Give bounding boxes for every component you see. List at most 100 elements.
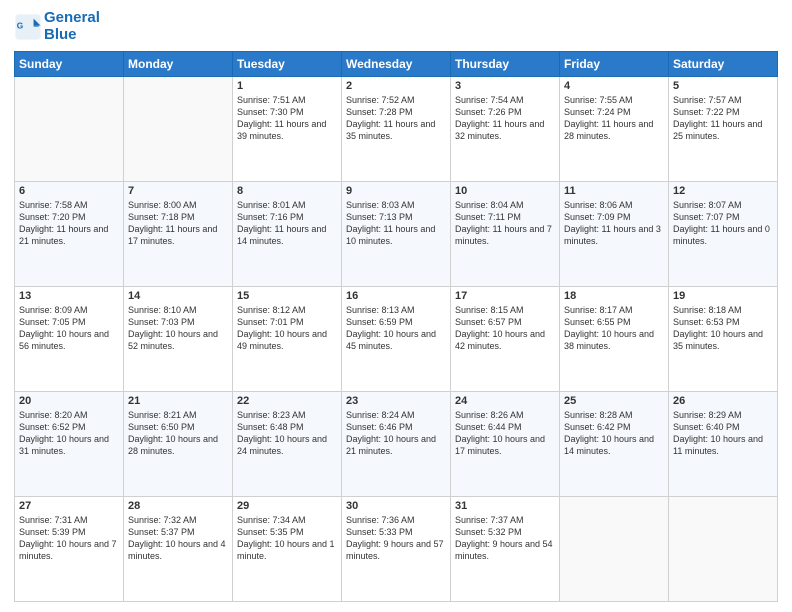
cell-daylight-info: Sunrise: 8:09 AMSunset: 7:05 PMDaylight:… (19, 304, 119, 353)
day-number: 31 (455, 500, 555, 512)
cell-daylight-info: Sunrise: 8:00 AMSunset: 7:18 PMDaylight:… (128, 199, 228, 248)
cell-daylight-info: Sunrise: 8:07 AMSunset: 7:07 PMDaylight:… (673, 199, 773, 248)
day-number: 14 (128, 290, 228, 302)
calendar-week-5: 27 Sunrise: 7:31 AMSunset: 5:39 PMDayligh… (15, 497, 778, 602)
calendar-cell: 19 Sunrise: 8:18 AMSunset: 6:53 PMDayligh… (669, 287, 778, 392)
day-number: 28 (128, 500, 228, 512)
page: G General Blue SundayMondayTuesdayWednes… (0, 0, 792, 612)
calendar-cell (560, 497, 669, 602)
day-number: 27 (19, 500, 119, 512)
calendar-cell: 8 Sunrise: 8:01 AMSunset: 7:16 PMDaylight… (233, 182, 342, 287)
calendar-cell: 3 Sunrise: 7:54 AMSunset: 7:26 PMDaylight… (451, 77, 560, 182)
cell-daylight-info: Sunrise: 8:29 AMSunset: 6:40 PMDaylight:… (673, 409, 773, 458)
cell-daylight-info: Sunrise: 8:13 AMSunset: 6:59 PMDaylight:… (346, 304, 446, 353)
calendar-cell: 25 Sunrise: 8:28 AMSunset: 6:42 PMDayligh… (560, 392, 669, 497)
weekday-header-tuesday: Tuesday (233, 52, 342, 77)
day-number: 22 (237, 395, 337, 407)
calendar-cell: 18 Sunrise: 8:17 AMSunset: 6:55 PMDayligh… (560, 287, 669, 392)
cell-daylight-info: Sunrise: 8:10 AMSunset: 7:03 PMDaylight:… (128, 304, 228, 353)
cell-daylight-info: Sunrise: 7:55 AMSunset: 7:24 PMDaylight:… (564, 94, 664, 143)
calendar-cell: 5 Sunrise: 7:57 AMSunset: 7:22 PMDaylight… (669, 77, 778, 182)
calendar-cell: 21Sunrise: 8:21 AMSunset: 6:50 PMDayligh… (124, 392, 233, 497)
cell-daylight-info: Sunrise: 7:58 AMSunset: 7:20 PMDaylight:… (19, 199, 119, 248)
day-number: 12 (673, 185, 773, 197)
day-number: 7 (128, 185, 228, 197)
weekday-header-row: SundayMondayTuesdayWednesdayThursdayFrid… (15, 52, 778, 77)
cell-daylight-info: Sunrise: 7:31 AMSunset: 5:39 PMDaylight:… (19, 514, 119, 563)
cell-daylight-info: Sunrise: 8:28 AMSunset: 6:42 PMDaylight:… (564, 409, 664, 458)
day-number: 13 (19, 290, 119, 302)
day-number: 5 (673, 80, 773, 92)
cell-daylight-info: Sunrise: 8:23 AMSunset: 6:48 PMDaylight:… (237, 409, 337, 458)
calendar-cell: 9 Sunrise: 8:03 AMSunset: 7:13 PMDaylight… (342, 182, 451, 287)
weekday-header-thursday: Thursday (451, 52, 560, 77)
calendar-cell: 27 Sunrise: 7:31 AMSunset: 5:39 PMDayligh… (15, 497, 124, 602)
calendar-cell (15, 77, 124, 182)
calendar-cell: 11Sunrise: 8:06 AMSunset: 7:09 PMDayligh… (560, 182, 669, 287)
cell-daylight-info: Sunrise: 8:18 AMSunset: 6:53 PMDaylight:… (673, 304, 773, 353)
cell-daylight-info: Sunrise: 8:20 AMSunset: 6:52 PMDaylight:… (19, 409, 119, 458)
cell-daylight-info: Sunrise: 8:01 AMSunset: 7:16 PMDaylight:… (237, 199, 337, 248)
day-number: 29 (237, 500, 337, 512)
day-number: 10 (455, 185, 555, 197)
calendar-cell: 17 Sunrise: 8:15 AMSunset: 6:57 PMDayligh… (451, 287, 560, 392)
calendar-cell: 30Sunrise: 7:36 AMSunset: 5:33 PMDayligh… (342, 497, 451, 602)
calendar-cell: 12 Sunrise: 8:07 AMSunset: 7:07 PMDayligh… (669, 182, 778, 287)
day-number: 26 (673, 395, 773, 407)
cell-daylight-info: Sunrise: 8:17 AMSunset: 6:55 PMDaylight:… (564, 304, 664, 353)
cell-daylight-info: Sunrise: 7:37 AMSunset: 5:32 PMDaylight:… (455, 514, 555, 563)
day-number: 25 (564, 395, 664, 407)
day-number: 9 (346, 185, 446, 197)
cell-daylight-info: Sunrise: 8:21 AMSunset: 6:50 PMDaylight:… (128, 409, 228, 458)
cell-daylight-info: Sunrise: 7:51 AMSunset: 7:30 PMDaylight:… (237, 94, 337, 143)
cell-daylight-info: Sunrise: 8:12 AMSunset: 7:01 PMDaylight:… (237, 304, 337, 353)
calendar-cell: 22 Sunrise: 8:23 AMSunset: 6:48 PMDayligh… (233, 392, 342, 497)
cell-daylight-info: Sunrise: 7:32 AMSunset: 5:37 PMDaylight:… (128, 514, 228, 563)
weekday-header-sunday: Sunday (15, 52, 124, 77)
calendar-cell: 13 Sunrise: 8:09 AMSunset: 7:05 PMDayligh… (15, 287, 124, 392)
logo: G General Blue (14, 10, 100, 43)
calendar-cell: 10Sunrise: 8:04 AMSunset: 7:11 PMDayligh… (451, 182, 560, 287)
calendar-cell: 28 Sunrise: 7:32 AMSunset: 5:37 PMDayligh… (124, 497, 233, 602)
cell-daylight-info: Sunrise: 7:34 AMSunset: 5:35 PMDaylight:… (237, 514, 337, 563)
weekday-header-monday: Monday (124, 52, 233, 77)
cell-daylight-info: Sunrise: 8:26 AMSunset: 6:44 PMDaylight:… (455, 409, 555, 458)
day-number: 4 (564, 80, 664, 92)
cell-daylight-info: Sunrise: 8:03 AMSunset: 7:13 PMDaylight:… (346, 199, 446, 248)
calendar-cell: 4 Sunrise: 7:55 AMSunset: 7:24 PMDaylight… (560, 77, 669, 182)
calendar-cell: 24 Sunrise: 8:26 AMSunset: 6:44 PMDayligh… (451, 392, 560, 497)
calendar-cell: 26 Sunrise: 8:29 AMSunset: 6:40 PMDayligh… (669, 392, 778, 497)
day-number: 8 (237, 185, 337, 197)
calendar-cell: 16Sunrise: 8:13 AMSunset: 6:59 PMDayligh… (342, 287, 451, 392)
cell-daylight-info: Sunrise: 7:36 AMSunset: 5:33 PMDaylight:… (346, 514, 446, 563)
day-number: 20 (19, 395, 119, 407)
cell-daylight-info: Sunrise: 7:52 AMSunset: 7:28 PMDaylight:… (346, 94, 446, 143)
day-number: 19 (673, 290, 773, 302)
calendar-cell: 20 Sunrise: 8:20 AMSunset: 6:52 PMDayligh… (15, 392, 124, 497)
weekday-header-saturday: Saturday (669, 52, 778, 77)
cell-daylight-info: Sunrise: 8:06 AMSunset: 7:09 PMDaylight:… (564, 199, 664, 248)
day-number: 6 (19, 185, 119, 197)
day-number: 24 (455, 395, 555, 407)
calendar-cell: 7 Sunrise: 8:00 AMSunset: 7:18 PMDaylight… (124, 182, 233, 287)
day-number: 23 (346, 395, 446, 407)
logo-text: General Blue (44, 10, 100, 43)
calendar-cell: 31 Sunrise: 7:37 AMSunset: 5:32 PMDayligh… (451, 497, 560, 602)
cell-daylight-info: Sunrise: 7:54 AMSunset: 7:26 PMDaylight:… (455, 94, 555, 143)
cell-daylight-info: Sunrise: 8:15 AMSunset: 6:57 PMDaylight:… (455, 304, 555, 353)
day-number: 2 (346, 80, 446, 92)
svg-text:G: G (17, 20, 24, 30)
calendar-cell: 29 Sunrise: 7:34 AMSunset: 5:35 PMDayligh… (233, 497, 342, 602)
calendar-table: SundayMondayTuesdayWednesdayThursdayFrid… (14, 51, 778, 602)
day-number: 18 (564, 290, 664, 302)
day-number: 3 (455, 80, 555, 92)
day-number: 17 (455, 290, 555, 302)
calendar-cell: 23Sunrise: 8:24 AMSunset: 6:46 PMDayligh… (342, 392, 451, 497)
calendar-week-1: 1Sunrise: 7:51 AMSunset: 7:30 PMDaylight… (15, 77, 778, 182)
calendar-cell (124, 77, 233, 182)
cell-daylight-info: Sunrise: 7:57 AMSunset: 7:22 PMDaylight:… (673, 94, 773, 143)
calendar-week-3: 13 Sunrise: 8:09 AMSunset: 7:05 PMDayligh… (15, 287, 778, 392)
weekday-header-friday: Friday (560, 52, 669, 77)
logo-icon: G (14, 13, 42, 41)
calendar-week-4: 20 Sunrise: 8:20 AMSunset: 6:52 PMDayligh… (15, 392, 778, 497)
